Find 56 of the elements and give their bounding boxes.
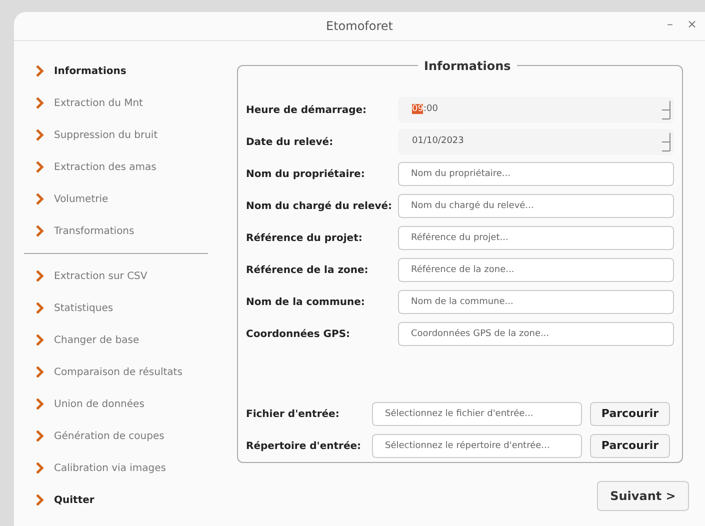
sidebar-item[interactable]: Génération de coupes	[54, 428, 164, 444]
chevron-icon	[36, 129, 44, 141]
input-field[interactable]: Nom du chargé du relevé...	[398, 194, 674, 218]
field-label: Coordonnées GPS:	[246, 328, 352, 342]
chevron-icon	[36, 398, 44, 410]
chevron-icon	[36, 494, 44, 506]
next-button[interactable]: Suivant >	[597, 481, 689, 511]
browse-button[interactable]: Parcourir	[590, 402, 670, 426]
field-label: Nom de la commune:	[246, 296, 366, 310]
sidebar-item[interactable]: Comparaison de résultats	[54, 364, 182, 380]
chevron-icon	[36, 366, 44, 378]
field-label: Date du relevé:	[246, 136, 334, 150]
chevron-icon	[36, 161, 44, 173]
sidebar-item[interactable]: Transformations	[54, 224, 134, 238]
sidebar-item[interactable]: Union de données	[54, 396, 144, 412]
sidebar-item[interactable]: Extraction du Mnt	[54, 96, 143, 110]
input-field[interactable]: Référence de la zone...	[398, 258, 674, 282]
chevron-icon	[36, 334, 44, 346]
date-field[interactable]: 01/10/2023	[398, 129, 674, 155]
sidebar-item[interactable]: Informations	[54, 64, 126, 78]
input-field[interactable]: Coordonnées GPS de la zone...	[398, 322, 674, 346]
field-label: Fichier d'entrée:	[246, 408, 340, 422]
close-button[interactable]: ×	[686, 18, 697, 30]
browse-button[interactable]: Parcourir	[590, 434, 670, 458]
sidebar-item[interactable]: Extraction des amas	[54, 160, 156, 174]
chevron-icon	[36, 225, 44, 237]
input-field[interactable]: Nom du propriétaire...	[398, 162, 674, 186]
sidebar-item[interactable]: Quitter	[54, 492, 94, 508]
chevron-icon	[36, 193, 44, 205]
input-field[interactable]: Sélectionnez le fichier d'entrée...	[372, 402, 582, 426]
sidebar-item[interactable]: Calibration via images	[54, 460, 166, 476]
field-label: Référence du projet:	[246, 232, 364, 246]
chevron-icon	[36, 302, 44, 314]
input-field[interactable]: Nom de la commune...	[398, 290, 674, 314]
field-label: Nom du propriétaire:	[246, 168, 366, 182]
sidebar-item[interactable]: Volumetrie	[54, 192, 108, 206]
input-field[interactable]: Référence du projet...	[398, 226, 674, 250]
minimize-button[interactable]: –	[666, 18, 673, 30]
time-field[interactable]: 09:00	[398, 97, 674, 123]
chevron-icon	[36, 430, 44, 442]
chevron-icon	[36, 97, 44, 109]
sidebar-item[interactable]: Extraction sur CSV	[54, 268, 148, 284]
input-field[interactable]: Sélectionnez le répertoire d'entrée...	[372, 434, 582, 458]
spin-stepper-icon	[661, 100, 671, 120]
field-label: Nom du chargé du relevé:	[246, 200, 394, 214]
field-label: Répertoire d'entrée:	[246, 440, 362, 454]
sidebar-item[interactable]: Changer de base	[54, 332, 140, 348]
chevron-icon	[36, 270, 44, 282]
sidebar-item[interactable]: Statistiques	[54, 300, 114, 316]
chevron-icon	[36, 462, 44, 474]
field-label: Référence de la zone:	[246, 264, 370, 278]
field-label: Heure de démarrage:	[246, 104, 368, 118]
window-title: Etomoforet	[326, 18, 393, 35]
spin-stepper-icon	[661, 132, 671, 152]
sidebar-item[interactable]: Suppression du bruit	[54, 128, 158, 142]
chevron-icon	[36, 65, 44, 77]
